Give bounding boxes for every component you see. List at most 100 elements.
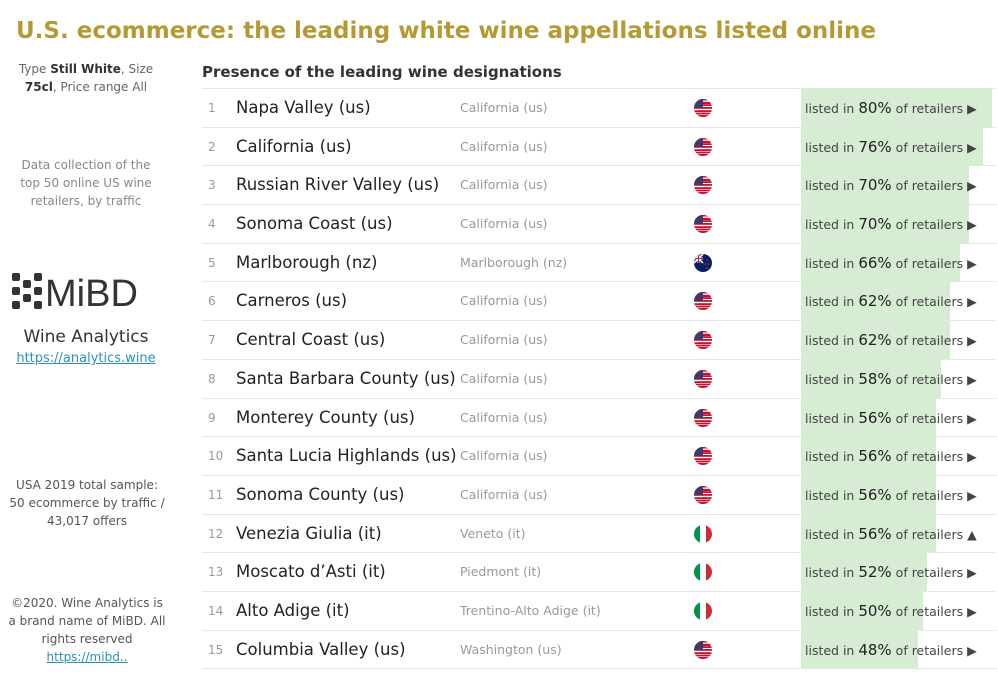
designation-name: Monterey County (us) (236, 407, 415, 427)
region-label: Marlborough (nz) (460, 254, 568, 270)
rank-label: 7 (208, 333, 216, 348)
designation-name: Marlborough (nz) (236, 252, 378, 272)
bar-prefix: listed in (805, 294, 855, 310)
designation-name: Sonoma Coast (us) (236, 214, 393, 234)
bar-value: 50% (858, 601, 892, 620)
bar-data-label: listed in 48% of retailers ▶ (805, 631, 977, 670)
filter-price-label: , Price range All (52, 80, 148, 94)
bar-suffix: of retailers (895, 487, 964, 503)
mibd-logo-icon: MiBD (12, 273, 138, 312)
trend-icon: ▶ (967, 410, 977, 426)
trend-icon: ▶ (967, 178, 977, 194)
bar-suffix: of retailers (895, 565, 964, 581)
table-row: 12 Venezia Giulia (it) Veneto (it) listed i… (202, 514, 996, 554)
filter-size-value: 75cl (24, 80, 53, 94)
copyright-link[interactable]: https://mibd.. (47, 650, 128, 664)
flag-us-icon (694, 408, 712, 427)
bar-value: 70% (858, 176, 892, 195)
region-label: California (us) (460, 409, 548, 425)
bar-data-label: listed in 50% of retailers ▶ (805, 592, 977, 631)
table-row: 9 Monterey County (us) California (us) list… (202, 398, 996, 438)
brand-name: Wine Analytics (23, 327, 149, 347)
trend-icon: ▶ (967, 294, 977, 310)
region-label: California (us) (460, 370, 548, 386)
table-row: 14 Alto Adige (it) Trentino-Alto Adige (it… (202, 591, 996, 631)
bar-value: 58% (858, 369, 892, 388)
flag-us-icon (694, 369, 712, 388)
flag-it-icon (694, 563, 712, 582)
bar-data-label: listed in 56% of retailers ▶ (805, 476, 977, 515)
region-label: Washington (us) (460, 641, 562, 657)
bar-suffix: of retailers (895, 410, 964, 426)
bar-prefix: listed in (805, 101, 855, 116)
designation-name: Carneros (us) (236, 291, 348, 311)
flag-us-icon (694, 485, 712, 504)
region-label: California (us) (460, 486, 548, 502)
rank-label: 11 (208, 487, 224, 502)
bar-data-label: listed in 80% of retailers ▶ (805, 89, 977, 128)
bar-value: 56% (858, 408, 892, 427)
rank-label: 3 (208, 178, 216, 193)
region-label: California (us) (460, 332, 548, 348)
bar-value: 56% (858, 447, 892, 466)
bar-prefix: listed in (805, 487, 855, 503)
bar-suffix: of retailers (895, 139, 964, 155)
flag-us-icon (694, 292, 712, 311)
table-row: 11 Sonoma County (us) California (us) liste… (202, 475, 996, 515)
trend-icon: ▶ (967, 255, 977, 271)
brand-link[interactable]: https://analytics.wine (0, 350, 172, 368)
region-label: California (us) (460, 293, 548, 309)
flag-us-icon (694, 99, 712, 117)
rank-label: 9 (208, 410, 216, 425)
trend-icon: ▶ (967, 449, 977, 465)
region-label: California (us) (460, 177, 548, 193)
rank-label: 14 (208, 603, 224, 618)
designation-name: Santa Lucia Highlands (us) (236, 446, 457, 466)
table-row: 5 Marlborough (nz) Marlborough (nz) listed … (202, 243, 996, 283)
bar-value: 56% (858, 524, 892, 543)
table-row: 15 Columbia Valley (us) Washington (us) lis… (202, 630, 996, 670)
bar-prefix: listed in (805, 255, 855, 271)
table-row: 6 Carneros (us) California (us) listed in 6… (202, 282, 996, 322)
bar-suffix: of retailers (895, 294, 964, 310)
bar-data-label: listed in 56% of retailers ▶ (805, 399, 977, 438)
filter-type-label: Type (18, 62, 47, 76)
rank-label: 5 (208, 255, 216, 270)
bar-suffix: of retailers (895, 255, 964, 271)
bar-suffix: of retailers (895, 449, 964, 465)
bar-prefix: listed in (805, 139, 855, 155)
filter-summary: Type Still White, Size 75cl, Price range… (10, 60, 162, 96)
bar-value: 80% (858, 99, 892, 117)
bar-data-label: listed in 62% of retailers ▶ (805, 282, 977, 321)
bar-data-label: listed in 66% of retailers ▶ (805, 244, 977, 283)
designation-name: Venezia Giulia (it) (236, 523, 382, 543)
rank-label: 10 (208, 449, 224, 464)
designation-name: Russian River Valley (us) (236, 175, 440, 195)
bar-prefix: listed in (805, 371, 855, 387)
designation-name: Central Coast (us) (236, 330, 386, 350)
bar-data-label: listed in 56% of retailers ▲ (805, 515, 977, 554)
trend-icon: ▶ (967, 371, 977, 387)
region-label: California (us) (460, 100, 548, 115)
bar-prefix: listed in (805, 603, 855, 619)
region-label: California (us) (460, 216, 548, 232)
designation-name: Santa Barbara County (us) (236, 368, 456, 388)
region-label: California (us) (460, 138, 548, 154)
sample-note: USA 2019 total sample: 50 ecommerce by t… (9, 478, 165, 528)
chart-title: Presence of the leading wine designation… (202, 63, 562, 81)
bar-data-label: listed in 58% of retailers ▶ (805, 360, 977, 399)
table-row: 3 Russian River Valley (us) California (us… (202, 166, 996, 206)
bar-data-label: listed in 52% of retailers ▶ (805, 553, 977, 592)
flag-us-icon (694, 447, 712, 466)
bar-prefix: listed in (805, 217, 855, 233)
trend-icon: ▶ (967, 101, 977, 116)
bar-prefix: listed in (805, 449, 855, 465)
trend-icon: ▶ (967, 642, 977, 658)
table-row: 1 Napa Valley (us) California (us) listed i… (202, 89, 996, 128)
table-row: 8 Santa Barbara County (us) California (us… (202, 359, 996, 399)
bar-suffix: of retailers (895, 526, 964, 542)
flag-nz-icon (694, 253, 712, 272)
designation-name: California (us) (236, 136, 352, 156)
bar-suffix: of retailers (895, 642, 964, 658)
designation-name: Columbia Valley (us) (236, 639, 406, 659)
